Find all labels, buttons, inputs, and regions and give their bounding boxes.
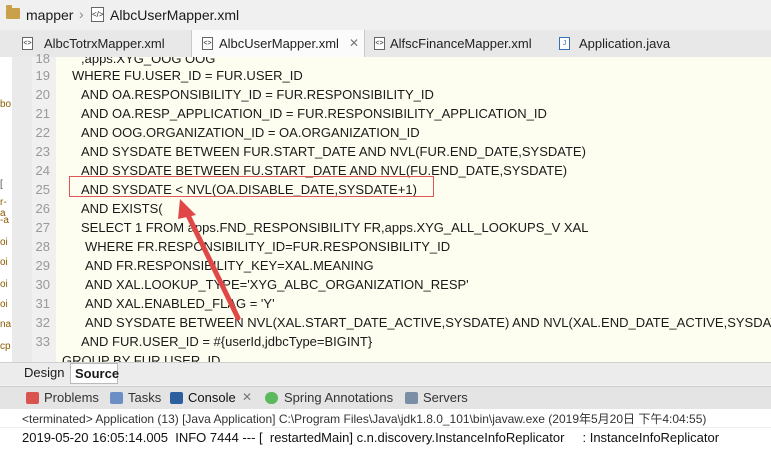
tab-spring-annotations[interactable]: Spring Annotations [284, 390, 393, 405]
tab-design[interactable]: Design [24, 365, 64, 380]
close-icon[interactable]: ✕ [242, 390, 252, 404]
arrow-shaft [184, 210, 241, 321]
tab-source[interactable]: Source [70, 363, 119, 384]
terminated-status-text: <terminated> Application (13) [Java Appl… [22, 412, 707, 426]
panel-tab-bar: Problems Tasks Console ✕ Spring Annotati… [0, 386, 771, 410]
tab-problems[interactable]: Problems [44, 390, 99, 405]
editor-mode-tabs: Design Source [0, 362, 771, 385]
console-line: 2019-05-20 16:05:14.005 INFO 7444 --- [ … [22, 430, 720, 445]
tasks-icon [110, 392, 123, 404]
tab-servers[interactable]: Servers [423, 390, 468, 405]
console-icon [170, 392, 183, 404]
problems-icon [26, 392, 39, 404]
servers-icon [405, 392, 418, 404]
console-output[interactable]: 2019-05-20 16:05:14.005 INFO 7444 --- [ … [0, 427, 771, 450]
spring-icon [265, 392, 278, 404]
tab-console[interactable]: Console [188, 390, 236, 405]
tab-tasks[interactable]: Tasks [128, 390, 161, 405]
arrow-head [178, 199, 196, 219]
console-status: <terminated> Application (13) [Java Appl… [0, 409, 771, 427]
